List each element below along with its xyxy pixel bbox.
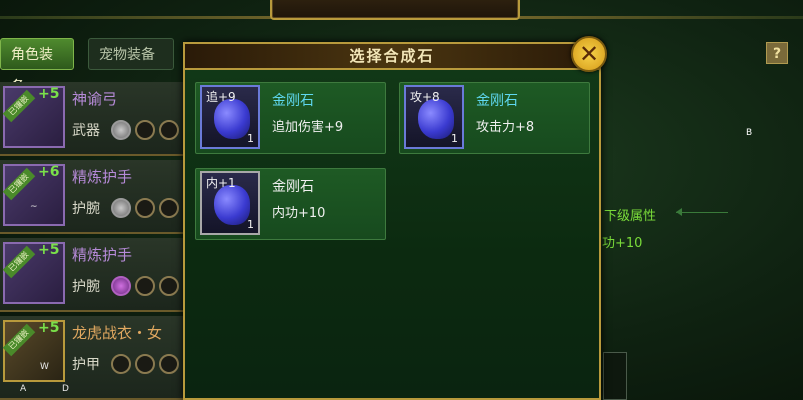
enhance-level: +5	[38, 242, 60, 258]
stone-item[interactable]: 追+9 1 金刚石 追加伤害+9	[195, 82, 386, 154]
blue-gem-icon	[214, 99, 250, 139]
equipment-row[interactable]: 已镶嵌 +6 精炼护手 护腕 ~	[0, 160, 183, 234]
stone-icon: 内+1 1	[200, 171, 260, 235]
close-button[interactable]: ✕	[571, 36, 607, 72]
gem-slot-empty	[159, 354, 179, 374]
help-button[interactable]: ?	[766, 42, 788, 64]
close-icon: ✕	[578, 40, 600, 68]
equipment-row[interactable]: 已镶嵌 +5 神谕弓 武器	[0, 82, 183, 156]
top-banner	[270, 0, 520, 20]
stone-icon: 追+9 1	[200, 85, 260, 149]
overlay-letter: B	[746, 128, 753, 138]
enhance-level: +6	[38, 164, 60, 180]
equipment-name: 龙虎战衣・女	[72, 324, 163, 342]
gem-slot-empty	[159, 198, 179, 218]
gem-slot-empty	[159, 120, 179, 140]
select-stone-dialog: 选择合成石 追+9 1 金刚石 追加伤害+9 攻+8 1 金刚石 攻击力+8 内…	[183, 42, 601, 400]
equipment-type: 武器	[72, 123, 100, 139]
equipment-type: 护腕	[72, 201, 100, 217]
tab-character-equip[interactable]: 角色装备	[0, 38, 74, 95]
dialog-title-bar: 选择合成石	[185, 44, 599, 70]
blue-gem-icon	[418, 99, 454, 139]
stone-item[interactable]: 内+1 1 金刚石 内功+10	[195, 168, 386, 240]
material-slot[interactable]	[603, 352, 627, 400]
overlay-letter: ~	[30, 202, 38, 212]
gem-slot-empty	[111, 354, 131, 374]
equipment-type: 护腕	[72, 279, 100, 295]
gem-slot-empty	[135, 276, 155, 296]
equipment-name: 精炼护手	[72, 168, 133, 186]
equipment-name: 神谕弓	[72, 90, 118, 108]
overlay-letter: D	[62, 384, 69, 394]
equipment-row[interactable]: 已镶嵌 +5 精炼护手 护腕	[0, 238, 183, 312]
stone-tag: 攻+8	[410, 90, 440, 104]
arrow-left-icon	[676, 208, 728, 216]
equipment-type: 护甲	[72, 357, 100, 373]
gem-slot-filled	[111, 198, 131, 218]
gem-slot-filled	[111, 120, 131, 140]
gem-slot-empty	[159, 276, 179, 296]
stone-quantity: 1	[247, 132, 254, 145]
stone-name: 金刚石	[272, 179, 314, 195]
gem-slot-filled	[111, 276, 131, 296]
overlay-letter: W	[40, 362, 49, 372]
stone-quantity: 1	[247, 218, 254, 231]
stone-stat: 内功+10	[272, 206, 326, 221]
stone-item[interactable]: 攻+8 1 金刚石 攻击力+8	[399, 82, 590, 154]
next-level-attr-value: 功+10	[602, 236, 643, 251]
stone-stat: 追加伤害+9	[272, 120, 344, 135]
equipment-row[interactable]: 已镶嵌 +5 龙虎战衣・女 护甲 W A D	[0, 316, 183, 400]
stone-name: 金刚石	[476, 93, 518, 109]
stone-stat: 攻击力+8	[476, 120, 535, 135]
equipment-name: 精炼护手	[72, 246, 133, 264]
stone-tag: 追+9	[206, 90, 236, 104]
stone-icon: 攻+8 1	[404, 85, 464, 149]
gem-slot-empty	[135, 354, 155, 374]
stone-tag: 内+1	[206, 176, 236, 190]
blue-gem-icon	[214, 185, 250, 225]
gem-slot-empty	[135, 198, 155, 218]
next-level-attr-label: 下级属性	[604, 209, 657, 224]
overlay-letter: A	[20, 384, 27, 394]
tab-pet-equip[interactable]: 宠物装备	[88, 38, 174, 70]
dialog-title: 选择合成石	[349, 47, 435, 65]
gem-slot-empty	[135, 120, 155, 140]
game-screen: 角色装备 宠物装备 已镶嵌 +5 神谕弓 武器 已镶嵌 +6 精炼护手 护腕 ~…	[0, 0, 803, 400]
stone-name: 金刚石	[272, 93, 314, 109]
stone-quantity: 1	[451, 132, 458, 145]
enhance-level: +5	[38, 86, 60, 102]
enhance-level: +5	[38, 320, 60, 336]
